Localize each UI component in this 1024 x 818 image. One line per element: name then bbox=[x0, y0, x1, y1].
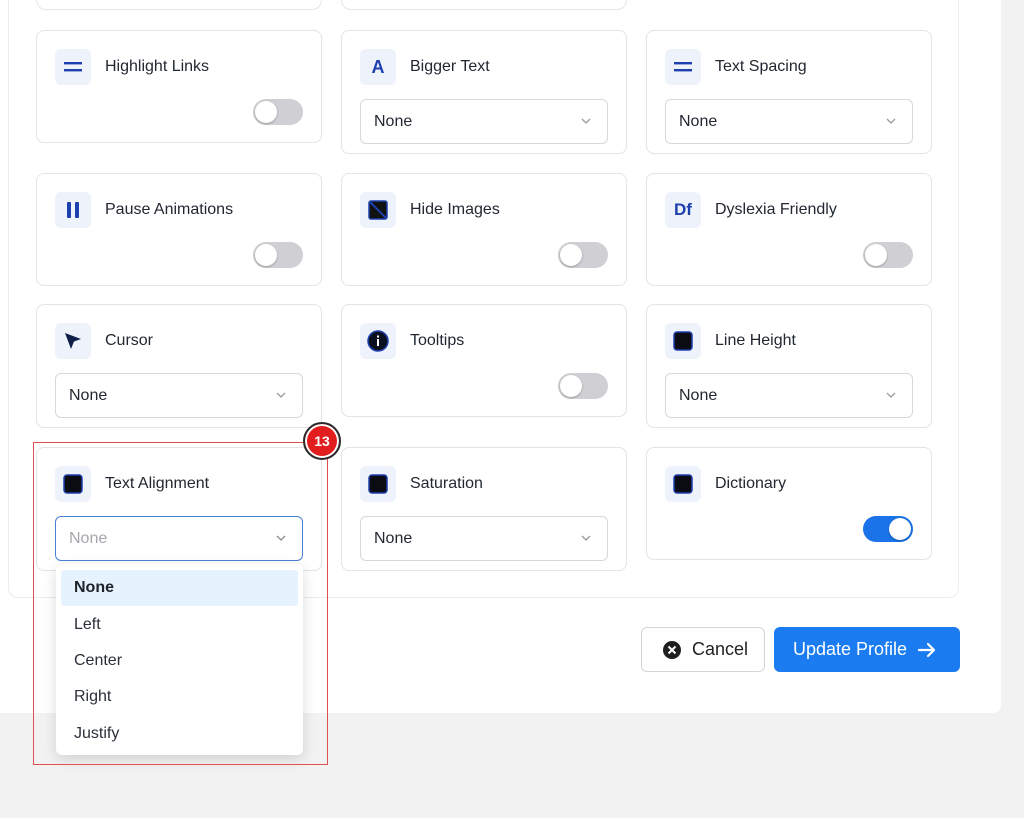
dyslexia-friendly-toggle[interactable] bbox=[863, 242, 913, 268]
card-bigger-text: A Bigger Text None bbox=[341, 30, 627, 154]
card-title: Line Height bbox=[715, 332, 796, 349]
highlight-links-toggle[interactable] bbox=[253, 99, 303, 125]
chevron-down-icon bbox=[581, 535, 591, 541]
equals-icon bbox=[665, 49, 701, 85]
tooltips-toggle[interactable] bbox=[558, 373, 608, 399]
hide-images-toggle[interactable] bbox=[558, 242, 608, 268]
update-label: Update Profile bbox=[793, 639, 908, 659]
card-dyslexia-friendly: Df Dyslexia Friendly bbox=[646, 173, 932, 286]
card-stub bbox=[36, 0, 322, 10]
card-title: Dictionary bbox=[715, 475, 787, 492]
card-highlight-links: Highlight Links bbox=[36, 30, 322, 143]
arrow-right-icon bbox=[917, 642, 936, 657]
card-dictionary: Dictionary bbox=[646, 447, 932, 560]
info-icon bbox=[360, 323, 396, 359]
card-title: Hide Images bbox=[410, 201, 500, 218]
pause-animations-toggle[interactable] bbox=[253, 242, 303, 268]
card-tooltips: Tooltips bbox=[341, 304, 627, 417]
cursor-icon bbox=[55, 323, 91, 359]
pause-icon bbox=[55, 192, 91, 228]
chevron-down-icon bbox=[581, 118, 591, 124]
update-profile-button[interactable]: Update Profile bbox=[774, 627, 960, 672]
dictionary-toggle[interactable] bbox=[863, 516, 913, 542]
card-title: Cursor bbox=[105, 332, 154, 349]
card-title: Saturation bbox=[410, 475, 483, 492]
bigger-text-select[interactable]: None bbox=[360, 99, 608, 144]
square-icon bbox=[360, 466, 396, 502]
hide-image-icon bbox=[360, 192, 396, 228]
card-title: Dyslexia Friendly bbox=[715, 201, 837, 218]
close-circle-icon bbox=[663, 640, 681, 659]
cursor-select[interactable]: None bbox=[55, 373, 303, 418]
card-text-spacing: Text Spacing None bbox=[646, 30, 932, 154]
chevron-down-icon bbox=[276, 392, 286, 398]
card-title: Bigger Text bbox=[410, 58, 490, 75]
annotation-badge: 13 bbox=[303, 422, 341, 460]
equals-icon bbox=[55, 49, 91, 85]
card-title: Text Spacing bbox=[715, 58, 807, 75]
card-title: Pause Animations bbox=[105, 201, 234, 218]
cancel-button[interactable]: Cancel bbox=[641, 627, 765, 672]
card-cursor: Cursor None bbox=[36, 304, 322, 428]
chevron-down-icon bbox=[886, 392, 896, 398]
letter-a-icon: A bbox=[360, 49, 396, 85]
card-stub bbox=[341, 0, 627, 10]
card-line-height: Line Height None bbox=[646, 304, 932, 428]
cancel-label: Cancel bbox=[692, 639, 749, 659]
square-icon bbox=[665, 466, 701, 502]
card-hide-images: Hide Images bbox=[341, 173, 627, 286]
card-title: Tooltips bbox=[410, 332, 465, 349]
card-pause-animations: Pause Animations bbox=[36, 173, 322, 286]
card-saturation: Saturation None bbox=[341, 447, 627, 571]
annotation-highlight-box bbox=[33, 442, 328, 765]
card-title: Highlight Links bbox=[105, 58, 210, 75]
saturation-select[interactable]: None bbox=[360, 516, 608, 561]
chevron-down-icon bbox=[886, 118, 896, 124]
dyslexia-icon: Df bbox=[665, 192, 701, 228]
square-icon bbox=[665, 323, 701, 359]
text-spacing-select[interactable]: None bbox=[665, 99, 913, 144]
line-height-select[interactable]: None bbox=[665, 373, 913, 418]
